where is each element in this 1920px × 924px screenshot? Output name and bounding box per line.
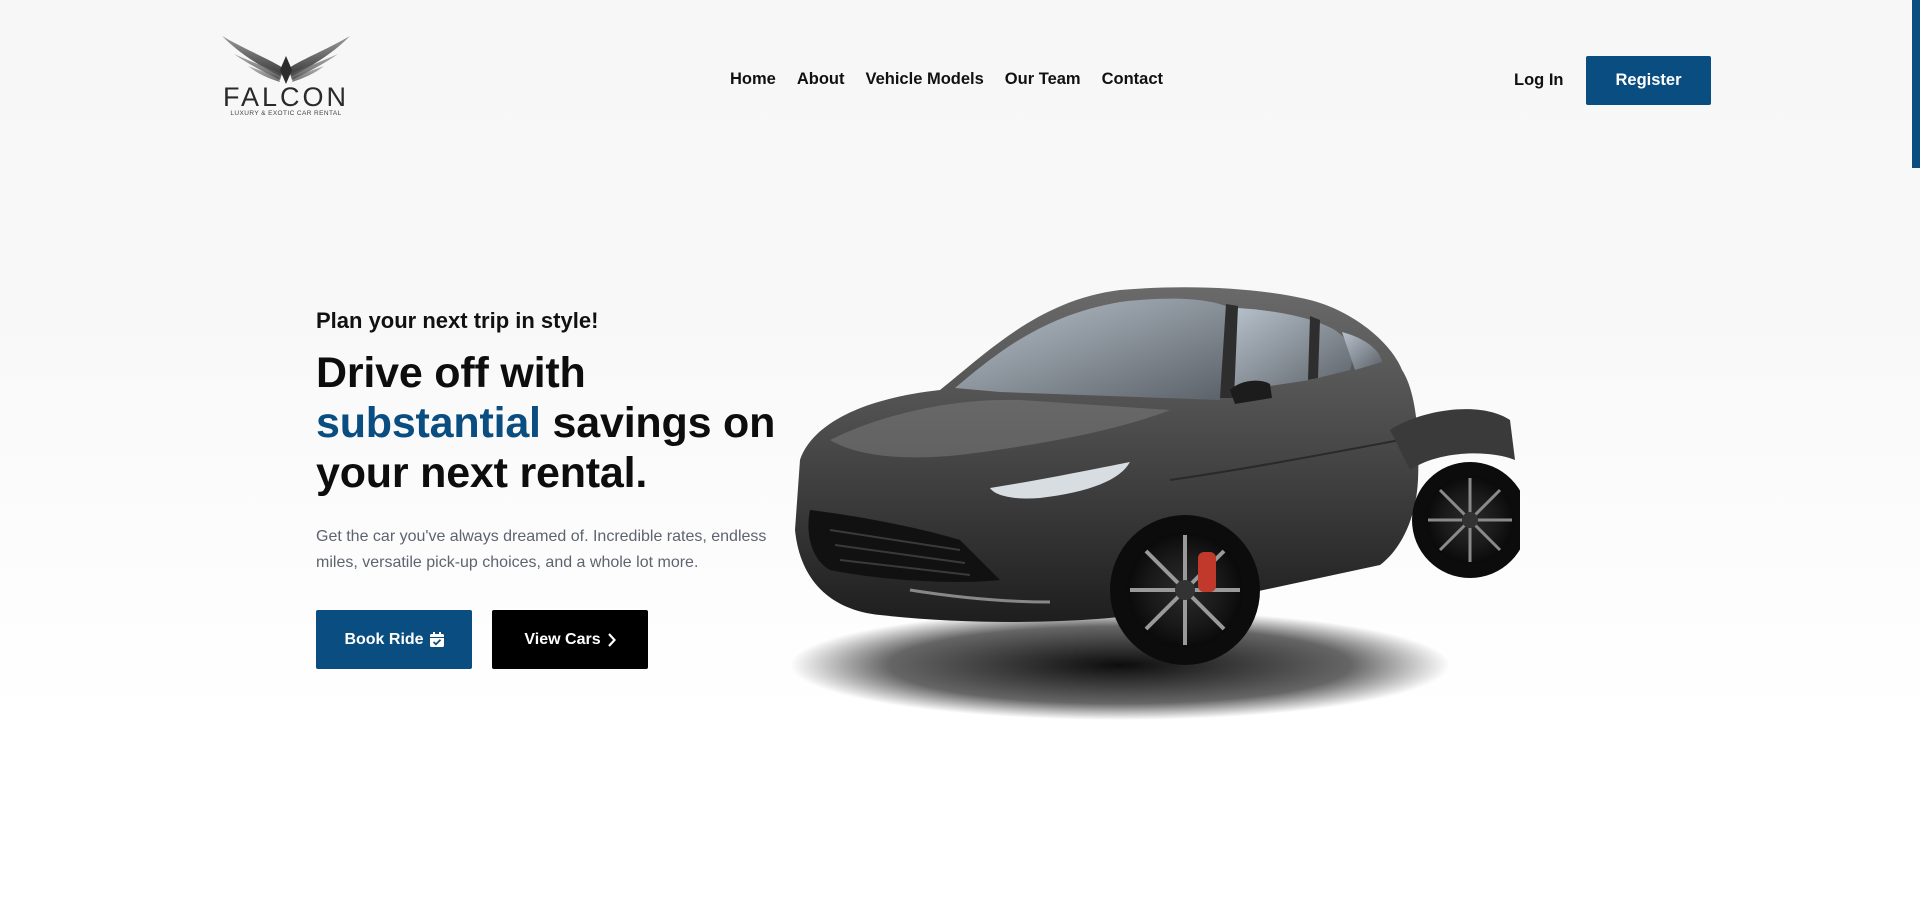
falcon-logo[interactable]: FALCON LUXURY & EXOTIC CAR RENTAL xyxy=(216,30,356,130)
hero-kicker: Plan your next trip in style! xyxy=(316,308,599,333)
hero-headline: Drive off with substantial savings on yo… xyxy=(316,348,836,498)
brand-tagline: LUXURY & EXOTIC CAR RENTAL xyxy=(230,110,342,117)
book-ride-label: Book Ride xyxy=(344,630,424,648)
calendar-check-icon xyxy=(429,632,444,647)
winged-emblem-icon xyxy=(222,36,350,84)
brand-name: FALCON xyxy=(222,82,350,112)
view-cars-label: View Cars xyxy=(524,630,601,648)
headline-part1: Drive off with xyxy=(316,349,586,397)
book-ride-button[interactable]: Book Ride xyxy=(316,610,472,669)
nav-our-team[interactable]: Our Team xyxy=(1005,68,1081,90)
main-nav: Home About Vehicle Models Our Team Conta… xyxy=(730,68,1163,90)
register-button[interactable]: Register xyxy=(1586,56,1711,105)
site-header: FALCON LUXURY & EXOTIC CAR RENTAL Home A… xyxy=(0,0,1920,140)
nav-vehicle-models[interactable]: Vehicle Models xyxy=(866,68,984,90)
nav-home[interactable]: Home xyxy=(730,68,776,90)
suv-car-image xyxy=(790,287,1520,720)
hero-section: Plan your next trip in style! Drive off … xyxy=(316,306,836,576)
login-link[interactable]: Log In xyxy=(1514,69,1563,91)
hero-description: Get the car you've always dreamed of. In… xyxy=(316,528,767,571)
headline-accent: substantial xyxy=(316,399,541,447)
view-cars-button[interactable]: View Cars xyxy=(492,610,648,669)
chevron-right-icon xyxy=(607,632,616,647)
nav-about[interactable]: About xyxy=(797,68,845,90)
nav-contact[interactable]: Contact xyxy=(1102,68,1163,90)
